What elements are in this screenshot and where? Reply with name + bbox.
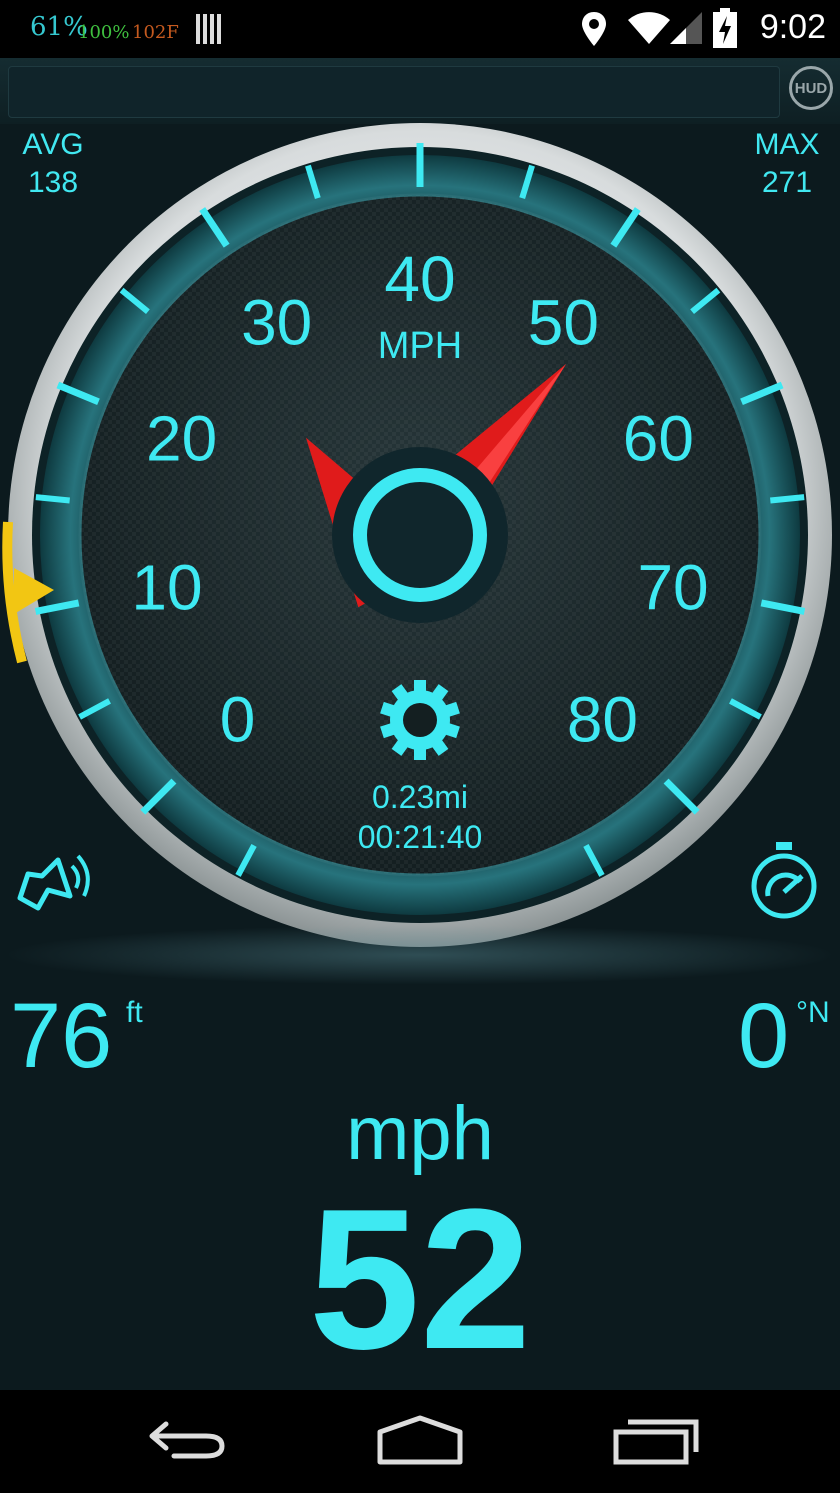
charge-percent: 100% bbox=[78, 22, 130, 43]
navigation-bar bbox=[0, 1390, 840, 1493]
wifi-icon bbox=[628, 12, 670, 44]
gauge-tick-label: 0 bbox=[220, 683, 256, 755]
trip-time: 00:21:40 bbox=[358, 819, 483, 855]
gauge-tick-label: 70 bbox=[637, 551, 708, 623]
gauge-shadow bbox=[0, 925, 840, 985]
gauge-unit-label: MPH bbox=[378, 325, 462, 367]
location-icon bbox=[582, 12, 606, 46]
back-icon[interactable] bbox=[144, 1416, 228, 1466]
gauge-tick-label: 10 bbox=[131, 551, 202, 623]
speed-unit-label: mph bbox=[346, 1091, 494, 1176]
gauge-tick-label: 20 bbox=[146, 402, 217, 474]
gauge-tick-label: 60 bbox=[623, 402, 694, 474]
altitude-unit: ft bbox=[126, 996, 143, 1029]
hud-button[interactable]: HUD bbox=[789, 66, 833, 110]
heading-value: 0 bbox=[738, 985, 790, 1087]
home-icon[interactable] bbox=[374, 1412, 466, 1468]
banner-area bbox=[8, 66, 780, 118]
speedometer-gauge: 010 20 30 40 50 60 70 80 MPH 0.23mi 00:21:40 bbox=[8, 123, 832, 947]
gauge-tick-label: 50 bbox=[528, 286, 599, 358]
speed-value: 52 bbox=[308, 1168, 532, 1391]
status-clock: 9:02 bbox=[759, 8, 826, 46]
trip-distance: 0.23mi bbox=[372, 779, 468, 815]
altitude-value: 76 bbox=[10, 985, 113, 1087]
heading-unit: °N bbox=[796, 996, 830, 1029]
cell-signal-icon bbox=[670, 12, 702, 44]
gauge-tick-label: 40 bbox=[384, 243, 455, 315]
barcode-icon bbox=[196, 14, 221, 44]
battery-icon bbox=[713, 8, 737, 48]
gauge-tick bbox=[35, 494, 70, 504]
stopwatch-icon[interactable] bbox=[748, 840, 820, 920]
temperature-readout: 102F bbox=[132, 22, 179, 43]
status-bar: 61% 100% 102F 9:02 bbox=[0, 0, 840, 58]
reset-marker[interactable] bbox=[2, 518, 62, 668]
gauge-tick bbox=[770, 494, 805, 504]
gauge-tick-label: 80 bbox=[567, 683, 638, 755]
speaker-alert-icon[interactable] bbox=[14, 850, 100, 916]
app-bar bbox=[0, 58, 840, 124]
recent-apps-icon[interactable] bbox=[610, 1412, 702, 1468]
gauge-tick-label: 30 bbox=[241, 286, 312, 358]
